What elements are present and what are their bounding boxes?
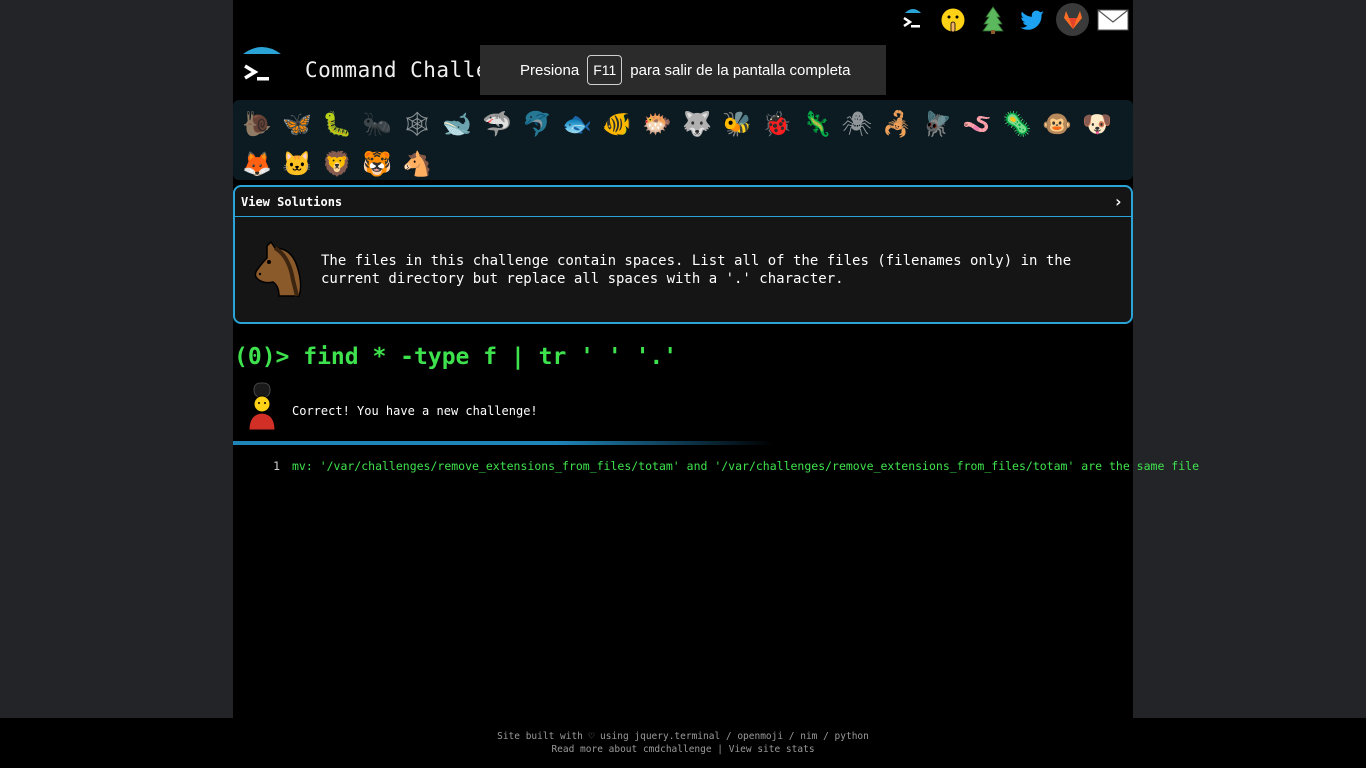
dog-icon[interactable]: 🐶	[1077, 104, 1117, 144]
bee-icon[interactable]: 🐝	[717, 104, 757, 144]
horse-icon[interactable]: 🐴	[397, 144, 437, 184]
tree-icon[interactable]	[976, 3, 1009, 36]
view-solutions-label: View Solutions	[241, 194, 343, 209]
butterfly-icon[interactable]: 🦋	[277, 104, 317, 144]
web-icon[interactable]: 🕸	[397, 104, 437, 144]
twitter-icon[interactable]	[1016, 3, 1049, 36]
site-footer: Site built with ♡ using jquery.terminal …	[0, 718, 1366, 768]
fly-icon[interactable]: 🪰	[917, 104, 957, 144]
site-logo-icon[interactable]	[241, 44, 283, 86]
chevron-right-icon: ›	[1113, 192, 1123, 211]
horse-icon	[243, 240, 313, 300]
shark-icon[interactable]: 🦈	[477, 104, 517, 144]
toast-suffix: para salir de la pantalla completa	[630, 61, 851, 79]
output-line: 1 mv: '/var/challenges/remove_extensions…	[268, 459, 1199, 473]
toast-prefix: Presiona	[520, 61, 580, 79]
command-line[interactable]: (0)> find * -type f | tr ' ' '.'	[234, 344, 677, 370]
output-divider	[233, 441, 773, 445]
snail-icon[interactable]: 🐌	[237, 104, 277, 144]
fox-icon[interactable]: 🦊	[237, 144, 277, 184]
cat-icon[interactable]: 🐱	[277, 144, 317, 184]
line-number: 1	[273, 459, 280, 473]
monkey-icon[interactable]: 🐵	[1037, 104, 1077, 144]
result-message: Correct! You have a new challenge!	[292, 404, 538, 418]
tiger-icon[interactable]: 🐯	[357, 144, 397, 184]
dolphin-icon[interactable]: 🐬	[517, 104, 557, 144]
worm-icon[interactable]: 🪱	[957, 104, 997, 144]
gitlab-icon[interactable]	[1056, 3, 1089, 36]
shush-face-icon[interactable]	[936, 3, 969, 36]
challenge-panel: View Solutions › The files in this chall…	[233, 185, 1133, 324]
fullscreen-toast: Presiona F11 para salir de la pantalla c…	[480, 45, 886, 95]
microbe-icon[interactable]: 🦠	[997, 104, 1037, 144]
guard-icon	[245, 382, 279, 436]
lion-icon[interactable]: 🦁	[317, 144, 357, 184]
fish-icon[interactable]: 🐟	[557, 104, 597, 144]
output-text: mv: '/var/challenges/remove_extensions_f…	[292, 459, 1199, 473]
toast-key: F11	[587, 55, 623, 85]
cmdchallenge-icon[interactable]	[896, 3, 929, 36]
wolf-icon[interactable]: 🐺	[677, 104, 717, 144]
main-container: Command Challenge 🐌 🦋 🐛 🐜 🕸 🐋 🦈 🐬 🐟 🐠 🐡 🐺 🐝 🐞 🦎 🕷 🦂 🪰 🪱 🦠 🐵 🐶…	[233, 0, 1199, 718]
challenge-description: The files in this challenge contain spac…	[321, 253, 1072, 287]
mail-icon[interactable]	[1096, 3, 1129, 36]
footer-links[interactable]: Read more about cmdchallenge | View site…	[0, 743, 1366, 756]
ant-icon[interactable]: 🐜	[357, 104, 397, 144]
challenge-progress-strip: 🐌 🦋 🐛 🐜 🕸 🐋 🦈 🐬 🐟 🐠 🐡 🐺 🐝 🐞 🦎 🕷 🦂 🪰 🪱 🦠 🐵 🐶 🦊 🐱 🦁 🐯 🐴	[233, 100, 1133, 180]
view-solutions-toggle[interactable]: View Solutions ›	[235, 187, 1131, 217]
ladybug-icon[interactable]: 🐞	[757, 104, 797, 144]
footer-credits[interactable]: Site built with ♡ using jquery.terminal …	[0, 730, 1366, 743]
scorpion-icon[interactable]: 🦂	[877, 104, 917, 144]
lizard-icon[interactable]: 🦎	[797, 104, 837, 144]
bug-icon[interactable]: 🐛	[317, 104, 357, 144]
blowfish-icon[interactable]: 🐡	[637, 104, 677, 144]
whale-icon[interactable]: 🐋	[437, 104, 477, 144]
spider-icon[interactable]: 🕷	[837, 104, 877, 144]
social-links	[896, 3, 1129, 36]
tropical-fish-icon[interactable]: 🐠	[597, 104, 637, 144]
